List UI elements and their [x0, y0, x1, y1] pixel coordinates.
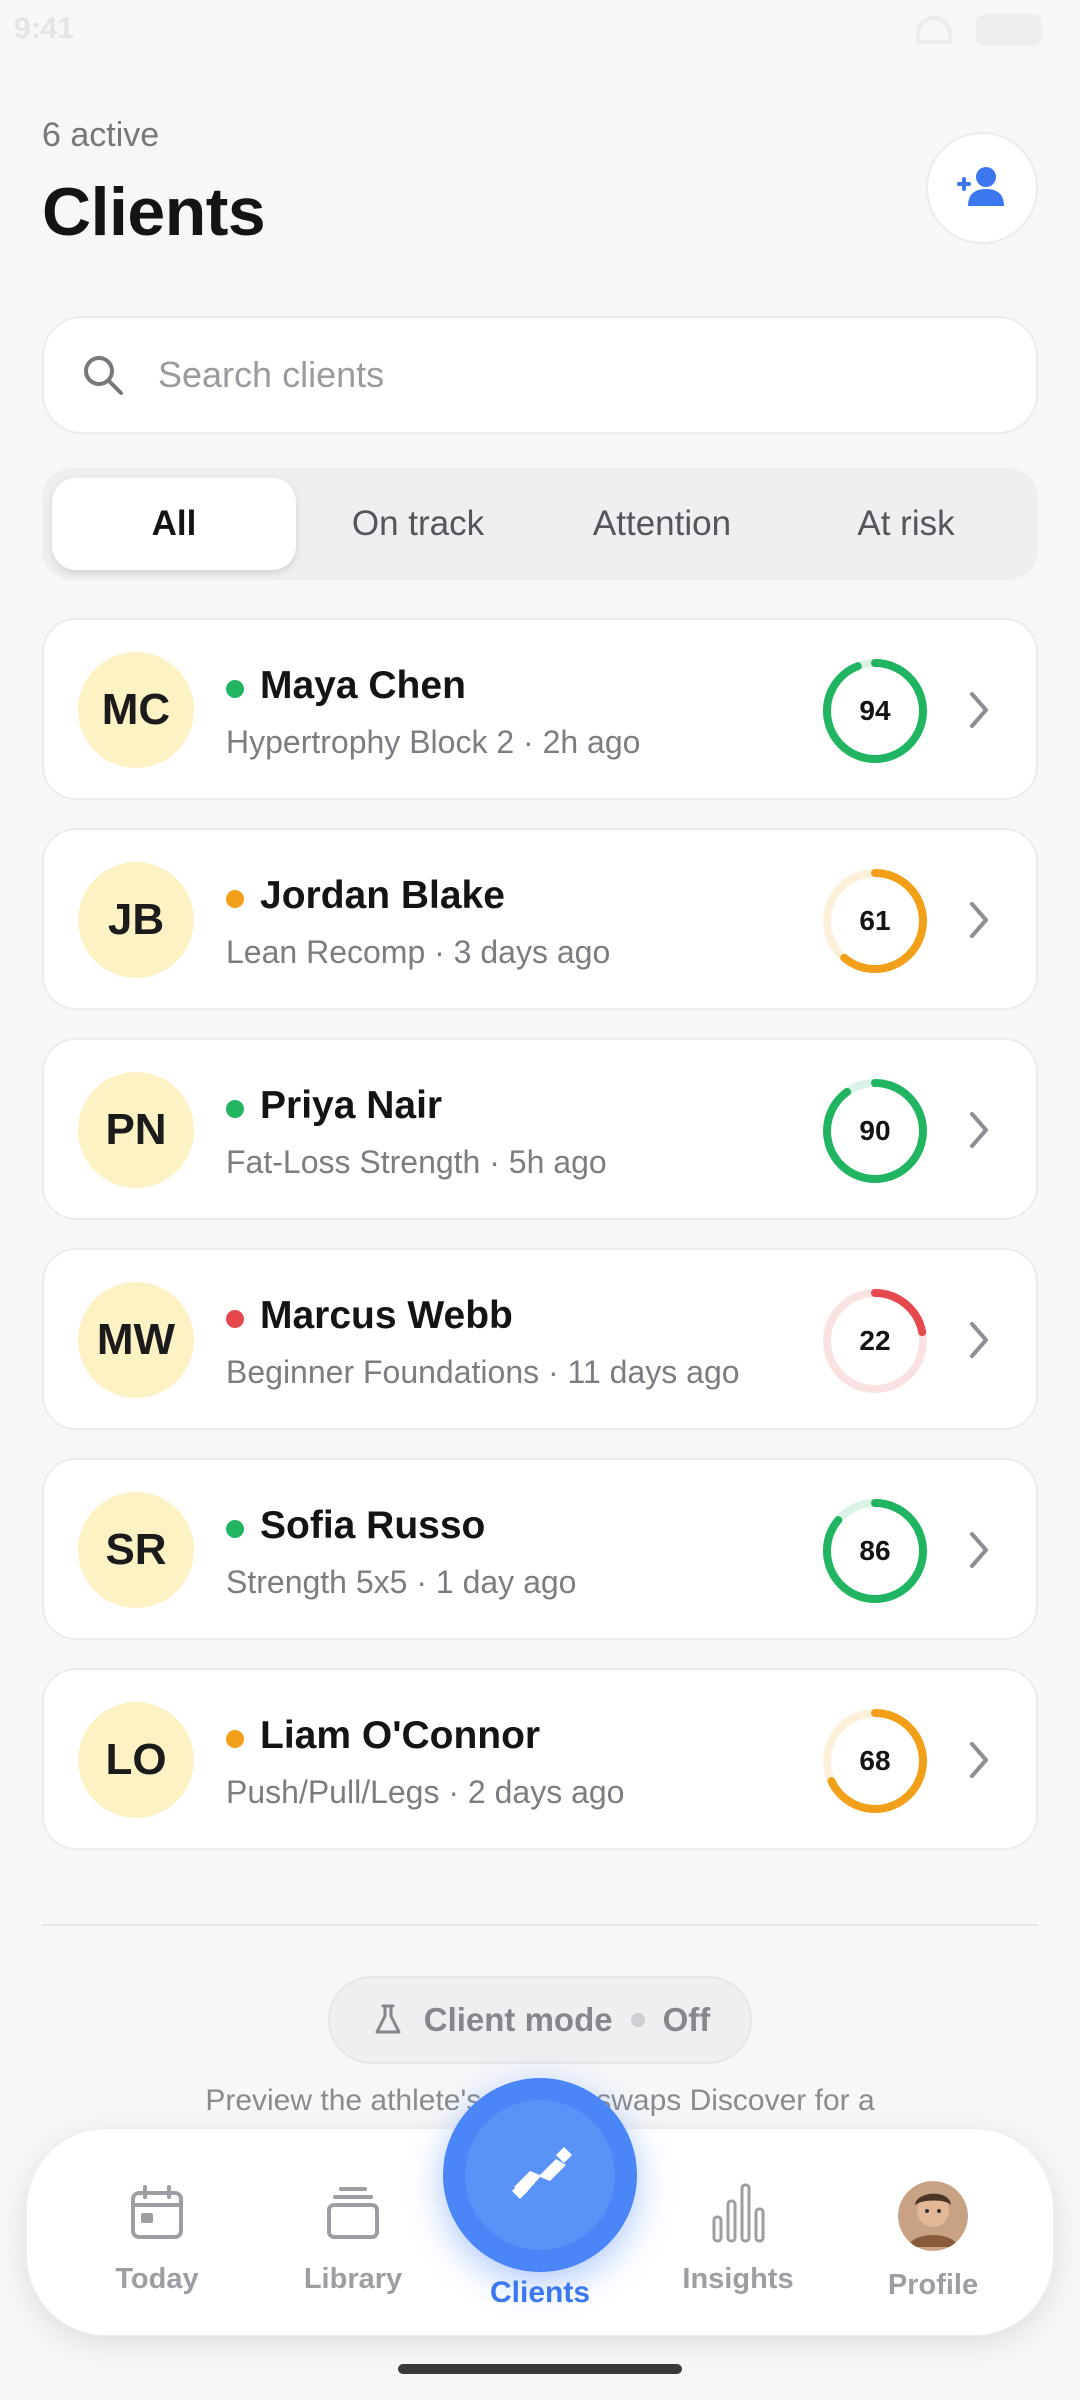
search-icon [84, 356, 123, 395]
add-person-icon [957, 167, 1004, 206]
wifi-icon [916, 16, 952, 44]
tab-clients-label: Clients [489, 2276, 591, 2309]
bar-chart-icon [712, 2183, 765, 2243]
score-value: 61 [859, 905, 891, 936]
chevron-right-icon [970, 692, 988, 728]
client-name: Sofia Russo [260, 1504, 486, 1547]
page-header: 6 active Clients [42, 116, 1038, 251]
client-avatar: LO [78, 1702, 194, 1818]
client-mode-value: Off [662, 2001, 711, 2038]
score-value: 90 [859, 1115, 891, 1146]
search-input[interactable] [158, 354, 938, 396]
divider [42, 1924, 1038, 1926]
client-program-meta: Hypertrophy Block 2 · 2h ago [226, 724, 641, 760]
client-program-meta: Strength 5x5 · 1 day ago [226, 1564, 577, 1600]
client-avatar: MC [78, 652, 194, 768]
tab-profile[interactable]: Profile [853, 2181, 1013, 2302]
score-value: 68 [859, 1745, 891, 1776]
chevron-right-icon [970, 902, 988, 938]
status-dot [226, 890, 244, 908]
client-card[interactable]: PN Priya Nair Fat-Loss Strength · 5h ago 90 [42, 1038, 1038, 1220]
client-name: Liam O'Connor [260, 1714, 541, 1757]
tab-today-label: Today [115, 2263, 199, 2295]
status-time: 9:41 [14, 12, 75, 45]
client-card[interactable]: JB Jordan Blake Lean Recomp · 3 days ago 61 [42, 828, 1038, 1010]
filter-on-track[interactable]: On track [296, 478, 540, 570]
client-program-meta: Lean Recomp · 3 days ago [226, 934, 611, 970]
client-card[interactable]: MC Maya Chen Hypertrophy Block 2 · 2h ago 9… [42, 618, 1038, 800]
score-value: 22 [859, 1325, 891, 1356]
client-avatar: SR [78, 1492, 194, 1608]
tab-clients[interactable] [443, 2078, 637, 2272]
client-program-meta: Fat-Loss Strength · 5h ago [226, 1144, 607, 1180]
tab-library-label: Library [303, 2263, 403, 2295]
client-name: Maya Chen [260, 664, 466, 707]
filter-at-risk[interactable]: At risk [784, 478, 1028, 570]
score-value: 94 [859, 695, 891, 726]
client-card[interactable]: LO Liam O'Connor Push/Pull/Legs · 2 days a… [42, 1668, 1038, 1850]
search-bar[interactable] [42, 316, 1038, 434]
clients-fab [465, 2100, 615, 2250]
status-icons [916, 14, 1042, 46]
page-title: Clients [42, 174, 266, 250]
status-dot [226, 1310, 244, 1328]
home-indicator [398, 2364, 682, 2374]
client-avatar: MW [78, 1282, 194, 1398]
chevron-right-icon [970, 1112, 988, 1148]
client-card[interactable]: MW Marcus Webb Beginner Foundations · 11 d… [42, 1248, 1038, 1430]
active-count: 6 active [42, 116, 160, 154]
client-name: Jordan Blake [260, 874, 505, 917]
status-dot [226, 1520, 244, 1538]
calendar-icon [131, 2185, 183, 2239]
profile-avatar [898, 2181, 968, 2251]
client-avatar: JB [78, 862, 194, 978]
status-dot [226, 1100, 244, 1118]
client-card[interactable]: SR Sofia Russo Strength 5x5 · 1 day ago 86 [42, 1458, 1038, 1640]
tab-insights-label: Insights [682, 2263, 794, 2295]
flask-icon [375, 2004, 401, 2034]
filter-all[interactable]: All [52, 478, 296, 570]
client-mode-label: Client mode [423, 2001, 613, 2038]
filter-attention[interactable]: Attention [540, 478, 784, 570]
client-program-meta: Beginner Foundations · 11 days ago [226, 1354, 740, 1390]
status-bar: 9:41 [0, 0, 1080, 60]
client-program-meta: Push/Pull/Legs · 2 days ago [226, 1774, 625, 1810]
tab-profile-label: Profile [887, 2269, 979, 2301]
chevron-right-icon [970, 1532, 988, 1568]
chevron-right-icon [970, 1742, 988, 1778]
score-value: 86 [859, 1535, 891, 1566]
handshake-icon [512, 2147, 572, 2199]
client-avatar: PN [78, 1072, 194, 1188]
status-dot [226, 680, 244, 698]
status-dot [226, 1730, 244, 1748]
tab-library[interactable]: Library [273, 2181, 433, 2296]
filter-segmented-control: All On track Attention At risk [42, 468, 1038, 580]
add-client-button[interactable] [926, 132, 1038, 244]
tab-insights[interactable]: Insights [658, 2181, 818, 2296]
battery-icon [976, 14, 1042, 46]
separator-dot [630, 2013, 645, 2027]
stack-icon [327, 2187, 379, 2239]
client-name: Priya Nair [260, 1084, 443, 1127]
client-name: Marcus Webb [260, 1294, 513, 1337]
client-mode-toggle[interactable]: Client mode Off [328, 1976, 752, 2064]
tab-today[interactable]: Today [77, 2181, 237, 2296]
chevron-right-icon [970, 1322, 988, 1358]
